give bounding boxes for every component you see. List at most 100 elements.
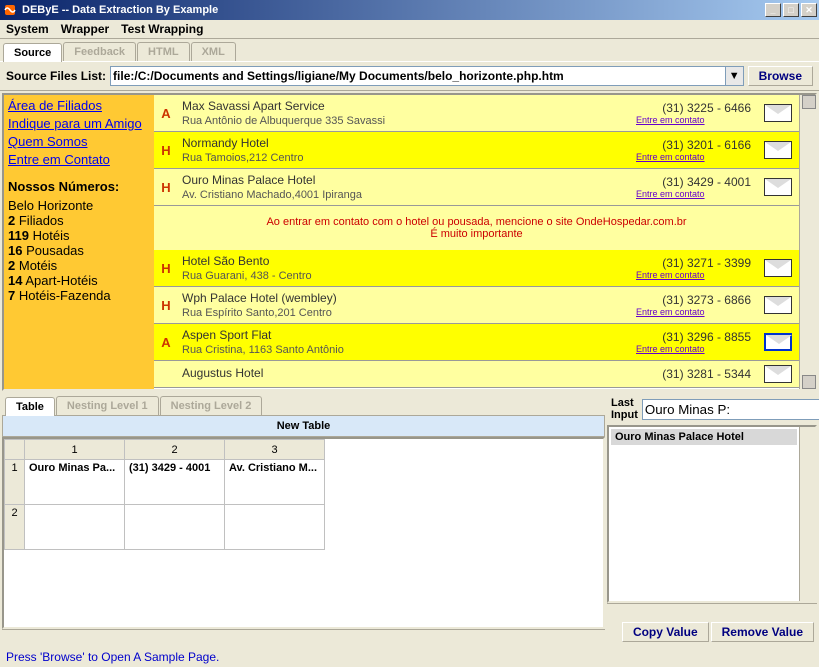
- minimize-button[interactable]: _: [765, 3, 781, 17]
- maximize-button[interactable]: □: [783, 3, 799, 17]
- listing-contact-link[interactable]: Entre em contato: [636, 152, 751, 162]
- listing-contact-link[interactable]: Entre em contato: [636, 344, 751, 354]
- contact-notice: Ao entrar em contato com o hotel ou pous…: [154, 206, 799, 250]
- listing-phone-col: (31) 3201 - 6166Entre em contato: [636, 138, 751, 162]
- sidebar-link-filiados[interactable]: Área de Filiados: [8, 98, 150, 113]
- grid-cell[interactable]: [125, 505, 225, 550]
- tab-nesting1[interactable]: Nesting Level 1: [56, 396, 159, 415]
- bottom-tabs: Table Nesting Level 1 Nesting Level 2: [2, 393, 605, 415]
- listing-desc: Rua Guarani, 438 - Centro: [182, 270, 636, 282]
- data-grid[interactable]: 1 2 3 1 Ouro Minas Pa... (31) 3429 - 400…: [2, 437, 605, 629]
- mail-icon[interactable]: [761, 365, 795, 383]
- close-button[interactable]: ✕: [801, 3, 817, 17]
- copy-value-button[interactable]: Copy Value: [622, 622, 709, 642]
- browse-button[interactable]: Browse: [748, 66, 813, 86]
- mail-icon[interactable]: [761, 259, 795, 277]
- grid-cell[interactable]: Av. Cristiano M...: [225, 460, 325, 505]
- row-header[interactable]: 2: [5, 505, 25, 550]
- grid-cell[interactable]: [225, 505, 325, 550]
- listing-tag: H: [158, 180, 174, 195]
- tab-source[interactable]: Source: [3, 43, 62, 62]
- listing-desc: Rua Tamoios,212 Centro: [182, 152, 636, 164]
- listing-contact-link[interactable]: Entre em contato: [636, 115, 751, 125]
- grid-cell[interactable]: Ouro Minas Pa...: [25, 460, 125, 505]
- listing-name: Augustus Hotel: [182, 366, 636, 380]
- listing-tag: H: [158, 298, 174, 313]
- listing-row[interactable]: Augustus Hotel(31) 3281 - 5344: [154, 361, 799, 388]
- listing-contact-link[interactable]: Entre em contato: [636, 189, 751, 199]
- menu-system[interactable]: System: [6, 22, 49, 36]
- menu-test-wrapping[interactable]: Test Wrapping: [121, 22, 203, 36]
- sidebar: Área de Filiados Indique para um Amigo Q…: [4, 95, 154, 389]
- mail-icon[interactable]: [761, 141, 795, 159]
- path-input[interactable]: [110, 66, 726, 86]
- tab-html[interactable]: HTML: [137, 42, 190, 61]
- col-header[interactable]: 2: [125, 440, 225, 460]
- last-input-label: Last Input: [611, 397, 638, 421]
- col-header[interactable]: 1: [25, 440, 125, 460]
- sidebar-link-contato[interactable]: Entre em Contato: [8, 152, 150, 167]
- tab-nesting2[interactable]: Nesting Level 2: [160, 396, 263, 415]
- tab-table[interactable]: Table: [5, 397, 55, 416]
- sidebar-link-quem[interactable]: Quem Somos: [8, 134, 150, 149]
- listing-row[interactable]: H Wph Palace Hotel (wembley)Rua Espírito …: [154, 287, 799, 324]
- vertical-scrollbar[interactable]: [799, 95, 815, 389]
- sidebar-link-indique[interactable]: Indique para um Amigo: [8, 116, 150, 131]
- bottom-area: Table Nesting Level 1 Nesting Level 2 Ne…: [2, 393, 817, 645]
- detail-box: Ouro Minas Palace Hotel: [607, 425, 817, 603]
- horizontal-scrollbar[interactable]: [2, 629, 605, 645]
- mail-icon[interactable]: [761, 104, 795, 122]
- source-area: Área de Filiados Indique para um Amigo Q…: [2, 93, 817, 391]
- stats-sub: Belo Horizonte: [8, 198, 150, 213]
- listing-phone-col: (31) 3271 - 3399Entre em contato: [636, 256, 751, 280]
- stats-row: 2 Motéis: [8, 258, 150, 273]
- detail-scrollbar[interactable]: [799, 427, 815, 601]
- mail-icon[interactable]: [761, 296, 795, 314]
- listing-name: Normandy Hotel: [182, 136, 636, 150]
- listing-info: Ouro Minas Palace HotelAv. Cristiano Mac…: [182, 173, 636, 201]
- listing-phone: (31) 3271 - 3399: [636, 256, 751, 270]
- listing-desc: Rua Cristina, 1163 Santo Antônio: [182, 344, 636, 356]
- stats: Nossos Números: Belo Horizonte 2 Filiado…: [8, 179, 150, 303]
- listing-contact-link[interactable]: Entre em contato: [636, 307, 751, 317]
- listing-desc: Rua Antônio de Albuquerque 335 Savassi: [182, 115, 636, 127]
- tab-feedback[interactable]: Feedback: [63, 42, 136, 61]
- tab-xml[interactable]: XML: [191, 42, 236, 61]
- listing-contact-link[interactable]: Entre em contato: [636, 270, 751, 280]
- listing-row[interactable]: H Normandy Hotel Rua Tamoios,212 Centro(31…: [154, 132, 799, 169]
- window-title: DEByE -- Data Extraction By Example: [22, 4, 765, 16]
- row-header[interactable]: 1: [5, 460, 25, 505]
- listing-phone: (31) 3273 - 6866: [636, 293, 751, 307]
- menu-wrapper[interactable]: Wrapper: [61, 22, 109, 36]
- listing-info: Aspen Sport FlatRua Cristina, 1163 Santo…: [182, 328, 636, 356]
- listing-name: Hotel São Bento: [182, 254, 636, 268]
- listing-info: Wph Palace Hotel (wembley)Rua Espírito S…: [182, 291, 636, 319]
- stats-row: 14 Apart-Hotéis: [8, 273, 150, 288]
- remove-value-button[interactable]: Remove Value: [711, 622, 814, 642]
- path-dropdown[interactable]: ▼: [726, 66, 744, 86]
- detail-item[interactable]: Ouro Minas Palace Hotel: [611, 429, 797, 445]
- last-input-field[interactable]: [642, 399, 819, 420]
- mail-icon[interactable]: [761, 178, 795, 196]
- detail-hscrollbar[interactable]: [607, 603, 817, 619]
- listing-tag: H: [158, 143, 174, 158]
- listing-phone-col: (31) 3296 - 8855Entre em contato: [636, 330, 751, 354]
- listing-name: Ouro Minas Palace Hotel: [182, 173, 636, 187]
- grid-cell[interactable]: (31) 3429 - 4001: [125, 460, 225, 505]
- listing-phone-col: (31) 3281 - 5344: [636, 367, 751, 381]
- listing-tag: H: [158, 261, 174, 276]
- stats-row: 16 Pousadas: [8, 243, 150, 258]
- col-header[interactable]: 3: [225, 440, 325, 460]
- listing-row[interactable]: H Ouro Minas Palace HotelAv. Cristiano Ma…: [154, 169, 799, 206]
- listing-row[interactable]: AAspen Sport FlatRua Cristina, 1163 Sant…: [154, 324, 799, 361]
- grid-cell[interactable]: [25, 505, 125, 550]
- window-titlebar: DEByE -- Data Extraction By Example _ □ …: [0, 0, 819, 20]
- listing-row[interactable]: H Hotel São Bento Rua Guarani, 438 - Centr…: [154, 250, 799, 287]
- listing-row[interactable]: AMax Savassi Apart ServiceRua Antônio de…: [154, 95, 799, 132]
- status-bar: Press 'Browse' to Open A Sample Page.: [0, 647, 819, 667]
- stats-title: Nossos Números:: [8, 179, 150, 194]
- stats-row: 2 Filiados: [8, 213, 150, 228]
- mail-icon[interactable]: [761, 333, 795, 351]
- listing-phone-col: (31) 3225 - 6466Entre em contato: [636, 101, 751, 125]
- listing-name: Max Savassi Apart Service: [182, 99, 636, 113]
